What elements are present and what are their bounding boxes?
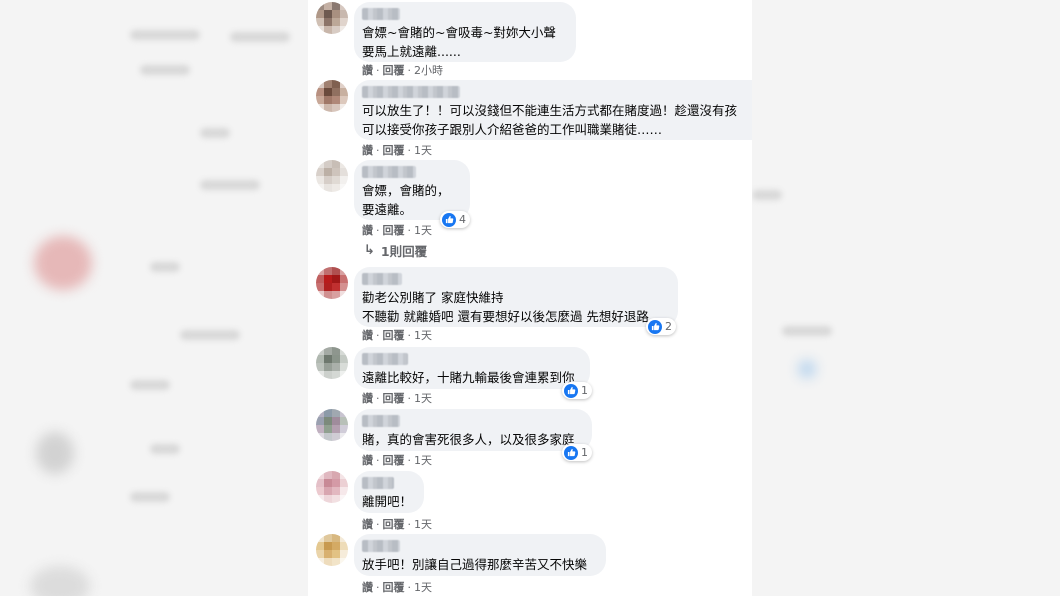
timestamp[interactable]: 1天 <box>414 454 432 467</box>
thumbs-up-icon <box>648 319 662 334</box>
reaction-count: 4 <box>459 213 466 226</box>
thumbs-up-icon <box>564 383 578 398</box>
reply-button[interactable]: 回覆 <box>383 518 405 531</box>
comment-bubble: 勸老公別賭了 家庭快維持 不聽勸 就離婚吧 還有要想好以後怎麼過 先想好退路 <box>354 267 678 327</box>
like-button[interactable]: 讚 <box>362 144 373 157</box>
avatar[interactable] <box>316 347 348 379</box>
comment-bubble: 會嫖~會賭的~會吸毒~對妳大小聲 要馬上就遠離...... <box>354 2 576 62</box>
reaction-summary[interactable]: 4 <box>440 211 470 228</box>
like-button[interactable]: 讚 <box>362 392 373 405</box>
comment-actions: 讚 · 回覆 · 1天 <box>362 329 432 342</box>
commenter-name[interactable] <box>362 477 394 489</box>
blurred-right-background <box>752 0 1060 596</box>
reply-arrow-icon: ↳ <box>364 243 375 258</box>
view-replies-link[interactable]: ↳ 1則回覆 <box>364 241 427 260</box>
timestamp[interactable]: 2小時 <box>414 64 443 77</box>
commenter-name[interactable] <box>362 166 416 178</box>
comment-actions: 讚 · 回覆 · 1天 <box>362 392 432 405</box>
reaction-summary[interactable]: 1 <box>562 382 592 399</box>
replies-count-label: 1則回覆 <box>380 244 428 259</box>
comment-text: 可以放生了！！可以沒錢但不能連生活方式都在賭度過！趁還沒有孩 可以接受你孩子跟別… <box>362 103 738 137</box>
reaction-summary[interactable]: 1 <box>562 444 592 461</box>
avatar[interactable] <box>316 534 348 566</box>
comment-actions: 讚 · 回覆 · 2小時 <box>362 64 443 77</box>
reply-button[interactable]: 回覆 <box>383 392 405 405</box>
avatar[interactable] <box>316 160 348 192</box>
commenter-name[interactable] <box>362 86 460 98</box>
like-button[interactable]: 讚 <box>362 329 373 342</box>
comment-bubble: 離開吧！ <box>354 471 424 513</box>
timestamp[interactable]: 1天 <box>414 581 432 594</box>
like-button[interactable]: 讚 <box>362 64 373 77</box>
reply-button[interactable]: 回覆 <box>383 454 405 467</box>
comment-text: 賭，真的會害死很多人，以及很多家庭 <box>362 432 575 447</box>
comment-bubble: 賭，真的會害死很多人，以及很多家庭 <box>354 409 592 451</box>
comment-bubble: 放手吧！別讓自己過得那麼辛苦又不快樂 <box>354 534 606 576</box>
comments-panel: 會嫖~會賭的~會吸毒~對妳大小聲 要馬上就遠離...... 讚 · 回覆 · 2小時 可… <box>308 0 752 596</box>
comment-bubble: 遠離比較好，十賭九輸最後會連累到你 <box>354 347 590 389</box>
reaction-summary[interactable]: 2 <box>646 318 676 335</box>
reply-button[interactable]: 回覆 <box>383 224 405 237</box>
like-button[interactable]: 讚 <box>362 581 373 594</box>
comment-text: 勸老公別賭了 家庭快維持 不聽勸 就離婚吧 還有要想好以後怎麼過 先想好退路 <box>362 290 649 324</box>
timestamp[interactable]: 1天 <box>414 329 432 342</box>
thumbs-up-icon <box>442 212 456 227</box>
commenter-name[interactable] <box>362 273 402 285</box>
reply-button[interactable]: 回覆 <box>383 329 405 342</box>
comment-text: 離開吧！ <box>362 494 413 509</box>
avatar[interactable] <box>316 471 348 503</box>
comment-actions: 讚 · 回覆 · 1天 <box>362 454 432 467</box>
timestamp[interactable]: 1天 <box>414 518 432 531</box>
like-button[interactable]: 讚 <box>362 224 373 237</box>
comment-text: 會嫖~會賭的~會吸毒~對妳大小聲 要馬上就遠離...... <box>362 25 556 59</box>
reply-button[interactable]: 回覆 <box>383 64 405 77</box>
comment-actions: 讚 · 回覆 · 1天 <box>362 224 432 237</box>
reaction-count: 1 <box>581 446 588 459</box>
comment-actions: 讚 · 回覆 · 1天 <box>362 144 432 157</box>
comment-bubble: 可以放生了！！可以沒錢但不能連生活方式都在賭度過！趁還沒有孩 可以接受你孩子跟別… <box>354 80 752 140</box>
timestamp[interactable]: 1天 <box>414 224 432 237</box>
comment-actions: 讚 · 回覆 · 1天 <box>362 581 432 594</box>
like-button[interactable]: 讚 <box>362 518 373 531</box>
timestamp[interactable]: 1天 <box>414 392 432 405</box>
commenter-name[interactable] <box>362 8 400 20</box>
commenter-name[interactable] <box>362 353 408 365</box>
reaction-count: 2 <box>665 320 672 333</box>
commenter-name[interactable] <box>362 540 400 552</box>
commenter-name[interactable] <box>362 415 400 427</box>
like-button[interactable]: 讚 <box>362 454 373 467</box>
comment-actions: 讚 · 回覆 · 1天 <box>362 518 432 531</box>
avatar[interactable] <box>316 2 348 34</box>
avatar[interactable] <box>316 409 348 441</box>
avatar[interactable] <box>316 80 348 112</box>
avatar[interactable] <box>316 267 348 299</box>
comment-text: 放手吧！別讓自己過得那麼辛苦又不快樂 <box>362 557 588 572</box>
reply-button[interactable]: 回覆 <box>383 581 405 594</box>
thumbs-up-icon <box>564 445 578 460</box>
blurred-left-background <box>0 0 308 596</box>
reply-button[interactable]: 回覆 <box>383 144 405 157</box>
comment-text: 遠離比較好，十賭九輸最後會連累到你 <box>362 370 575 385</box>
reaction-count: 1 <box>581 384 588 397</box>
timestamp[interactable]: 1天 <box>414 144 432 157</box>
